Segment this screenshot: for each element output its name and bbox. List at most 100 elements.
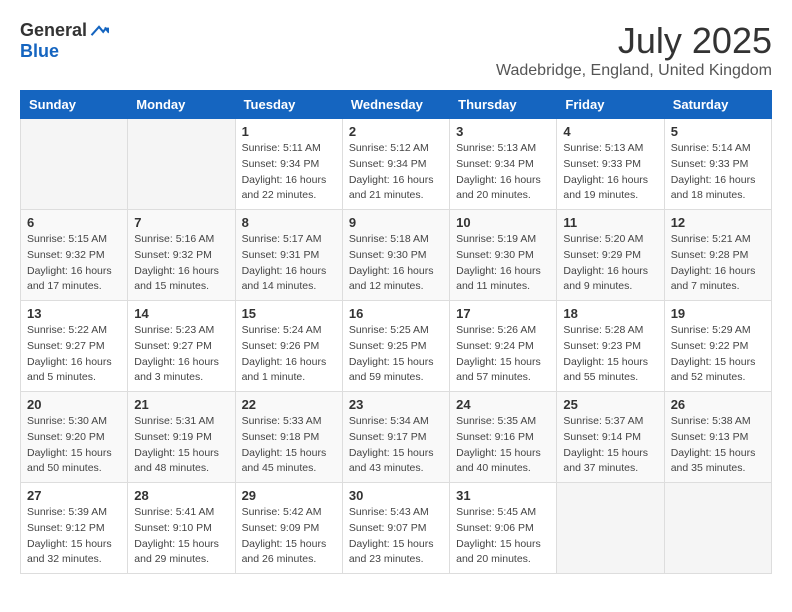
day-number: 29 — [242, 488, 336, 503]
calendar-cell: 12 Sunrise: 5:21 AMSunset: 9:28 PMDayligh… — [664, 210, 771, 301]
day-number: 7 — [134, 215, 228, 230]
day-info: Sunrise: 5:15 AMSunset: 9:32 PMDaylight:… — [27, 232, 121, 295]
calendar-cell: 5 Sunrise: 5:14 AMSunset: 9:33 PMDaylight… — [664, 119, 771, 210]
day-info: Sunrise: 5:30 AMSunset: 9:20 PMDaylight:… — [27, 414, 121, 477]
weekday-header: Sunday — [21, 91, 128, 119]
day-info: Sunrise: 5:38 AMSunset: 9:13 PMDaylight:… — [671, 414, 765, 477]
calendar-cell: 1 Sunrise: 5:11 AMSunset: 9:34 PMDaylight… — [235, 119, 342, 210]
calendar-cell: 23 Sunrise: 5:34 AMSunset: 9:17 PMDayligh… — [342, 392, 449, 483]
day-info: Sunrise: 5:13 AMSunset: 9:34 PMDaylight:… — [456, 141, 550, 204]
calendar-cell: 10Sunrise: 5:19 AMSunset: 9:30 PMDayligh… — [450, 210, 557, 301]
day-info: Sunrise: 5:21 AMSunset: 9:28 PMDaylight:… — [671, 232, 765, 295]
day-number: 20 — [27, 397, 121, 412]
day-info: Sunrise: 5:33 AMSunset: 9:18 PMDaylight:… — [242, 414, 336, 477]
logo-icon — [89, 21, 109, 41]
day-info: Sunrise: 5:41 AMSunset: 9:10 PMDaylight:… — [134, 505, 228, 568]
day-info: Sunrise: 5:17 AMSunset: 9:31 PMDaylight:… — [242, 232, 336, 295]
day-number: 12 — [671, 215, 765, 230]
calendar-cell: 7 Sunrise: 5:16 AMSunset: 9:32 PMDaylight… — [128, 210, 235, 301]
month-title: July 2025 — [496, 20, 772, 62]
day-info: Sunrise: 5:23 AMSunset: 9:27 PMDaylight:… — [134, 323, 228, 386]
calendar-cell: 24 Sunrise: 5:35 AMSunset: 9:16 PMDayligh… — [450, 392, 557, 483]
location: Wadebridge, England, United Kingdom — [496, 62, 772, 80]
day-info: Sunrise: 5:20 AMSunset: 9:29 PMDaylight:… — [563, 232, 657, 295]
calendar-cell — [557, 483, 664, 574]
day-number: 28 — [134, 488, 228, 503]
day-number: 19 — [671, 306, 765, 321]
calendar-cell: 8 Sunrise: 5:17 AMSunset: 9:31 PMDaylight… — [235, 210, 342, 301]
calendar-cell — [21, 119, 128, 210]
logo: General Blue — [20, 20, 109, 62]
weekday-header: Thursday — [450, 91, 557, 119]
day-info: Sunrise: 5:16 AMSunset: 9:32 PMDaylight:… — [134, 232, 228, 295]
day-info: Sunrise: 5:28 AMSunset: 9:23 PMDaylight:… — [563, 323, 657, 386]
weekday-header: Tuesday — [235, 91, 342, 119]
day-info: Sunrise: 5:18 AMSunset: 9:30 PMDaylight:… — [349, 232, 443, 295]
calendar-cell: 27 Sunrise: 5:39 AMSunset: 9:12 PMDayligh… — [21, 483, 128, 574]
day-info: Sunrise: 5:34 AMSunset: 9:17 PMDaylight:… — [349, 414, 443, 477]
day-number: 22 — [242, 397, 336, 412]
day-info: Sunrise: 5:26 AMSunset: 9:24 PMDaylight:… — [456, 323, 550, 386]
day-number: 15 — [242, 306, 336, 321]
day-number: 16 — [349, 306, 443, 321]
calendar-cell: 14 Sunrise: 5:23 AMSunset: 9:27 PMDayligh… — [128, 301, 235, 392]
day-info: Sunrise: 5:12 AMSunset: 9:34 PMDaylight:… — [349, 141, 443, 204]
day-info: Sunrise: 5:43 AMSunset: 9:07 PMDaylight:… — [349, 505, 443, 568]
day-info: Sunrise: 5:13 AMSunset: 9:33 PMDaylight:… — [563, 141, 657, 204]
day-info: Sunrise: 5:35 AMSunset: 9:16 PMDaylight:… — [456, 414, 550, 477]
calendar-cell — [664, 483, 771, 574]
calendar-cell: 15Sunrise: 5:24 AMSunset: 9:26 PMDayligh… — [235, 301, 342, 392]
calendar-week-row: 6 Sunrise: 5:15 AMSunset: 9:32 PMDaylight… — [21, 210, 772, 301]
day-number: 8 — [242, 215, 336, 230]
day-number: 26 — [671, 397, 765, 412]
calendar-week-row: 1 Sunrise: 5:11 AMSunset: 9:34 PMDaylight… — [21, 119, 772, 210]
calendar-week-row: 13 Sunrise: 5:22 AMSunset: 9:27 PMDayligh… — [21, 301, 772, 392]
calendar-cell: 18Sunrise: 5:28 AMSunset: 9:23 PMDayligh… — [557, 301, 664, 392]
day-info: Sunrise: 5:37 AMSunset: 9:14 PMDaylight:… — [563, 414, 657, 477]
calendar-cell — [128, 119, 235, 210]
calendar-cell: 22 Sunrise: 5:33 AMSunset: 9:18 PMDayligh… — [235, 392, 342, 483]
logo-blue: Blue — [20, 41, 59, 61]
logo-general: General — [20, 20, 87, 41]
day-number: 17 — [456, 306, 550, 321]
day-number: 13 — [27, 306, 121, 321]
weekday-header: Wednesday — [342, 91, 449, 119]
day-info: Sunrise: 5:19 AMSunset: 9:30 PMDaylight:… — [456, 232, 550, 295]
day-number: 6 — [27, 215, 121, 230]
day-info: Sunrise: 5:14 AMSunset: 9:33 PMDaylight:… — [671, 141, 765, 204]
calendar-cell: 3 Sunrise: 5:13 AMSunset: 9:34 PMDaylight… — [450, 119, 557, 210]
day-info: Sunrise: 5:29 AMSunset: 9:22 PMDaylight:… — [671, 323, 765, 386]
day-info: Sunrise: 5:39 AMSunset: 9:12 PMDaylight:… — [27, 505, 121, 568]
calendar-cell: 17 Sunrise: 5:26 AMSunset: 9:24 PMDayligh… — [450, 301, 557, 392]
calendar-cell: 11 Sunrise: 5:20 AMSunset: 9:29 PMDayligh… — [557, 210, 664, 301]
day-number: 11 — [563, 215, 657, 230]
day-number: 14 — [134, 306, 228, 321]
day-number: 3 — [456, 124, 550, 139]
calendar-cell: 9Sunrise: 5:18 AMSunset: 9:30 PMDaylight… — [342, 210, 449, 301]
calendar-cell: 31Sunrise: 5:45 AMSunset: 9:06 PMDayligh… — [450, 483, 557, 574]
day-info: Sunrise: 5:45 AMSunset: 9:06 PMDaylight:… — [456, 505, 550, 568]
day-number: 5 — [671, 124, 765, 139]
day-info: Sunrise: 5:42 AMSunset: 9:09 PMDaylight:… — [242, 505, 336, 568]
day-info: Sunrise: 5:22 AMSunset: 9:27 PMDaylight:… — [27, 323, 121, 386]
day-number: 4 — [563, 124, 657, 139]
calendar-cell: 26 Sunrise: 5:38 AMSunset: 9:13 PMDayligh… — [664, 392, 771, 483]
day-info: Sunrise: 5:31 AMSunset: 9:19 PMDaylight:… — [134, 414, 228, 477]
day-number: 1 — [242, 124, 336, 139]
day-number: 2 — [349, 124, 443, 139]
calendar-week-row: 20 Sunrise: 5:30 AMSunset: 9:20 PMDayligh… — [21, 392, 772, 483]
day-info: Sunrise: 5:25 AMSunset: 9:25 PMDaylight:… — [349, 323, 443, 386]
day-number: 21 — [134, 397, 228, 412]
day-number: 24 — [456, 397, 550, 412]
calendar-cell: 20 Sunrise: 5:30 AMSunset: 9:20 PMDayligh… — [21, 392, 128, 483]
day-number: 27 — [27, 488, 121, 503]
weekday-header: Monday — [128, 91, 235, 119]
calendar-header-row: SundayMondayTuesdayWednesdayThursdayFrid… — [21, 91, 772, 119]
weekday-header: Saturday — [664, 91, 771, 119]
calendar-cell: 29 Sunrise: 5:42 AMSunset: 9:09 PMDayligh… — [235, 483, 342, 574]
calendar-table: SundayMondayTuesdayWednesdayThursdayFrid… — [20, 90, 772, 574]
day-number: 23 — [349, 397, 443, 412]
calendar-cell: 13 Sunrise: 5:22 AMSunset: 9:27 PMDayligh… — [21, 301, 128, 392]
calendar-cell: 4 Sunrise: 5:13 AMSunset: 9:33 PMDaylight… — [557, 119, 664, 210]
day-info: Sunrise: 5:11 AMSunset: 9:34 PMDaylight:… — [242, 141, 336, 204]
